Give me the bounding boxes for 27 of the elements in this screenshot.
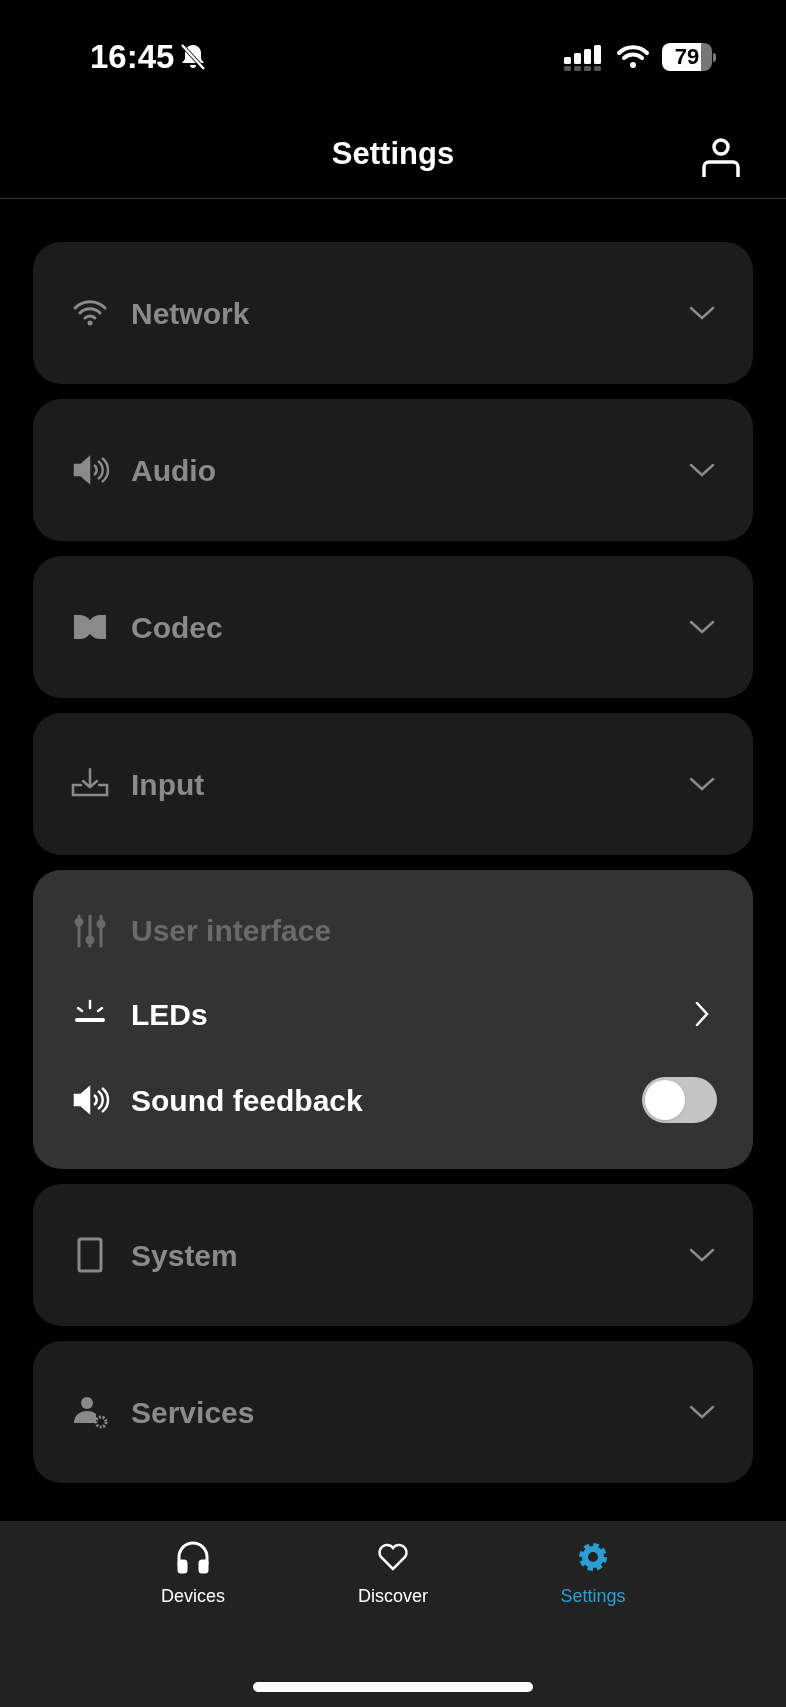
page-title: Settings — [331, 134, 455, 173]
settings-section[interactable]: Services — [33, 1341, 753, 1483]
bell-slash-icon — [180, 43, 207, 71]
settings-section[interactable]: Network — [33, 242, 753, 384]
headphones-icon — [175, 1539, 211, 1575]
wifi-icon — [616, 44, 650, 70]
status-time: 16:45 — [90, 37, 175, 78]
settings-section[interactable]: Audio — [33, 399, 753, 541]
settings-section[interactable]: Input — [33, 713, 753, 855]
section-title: Network — [131, 295, 251, 332]
tab-bar-item[interactable]: Settings — [513, 1539, 673, 1610]
battery-level: 79 — [674, 46, 700, 68]
settings-section[interactable]: System — [33, 1184, 753, 1326]
row-label: LEDs — [131, 996, 209, 1033]
section-title: Audio — [131, 452, 217, 489]
settings-row[interactable]: Sound feedback — [69, 1075, 717, 1125]
signal-icon — [564, 43, 604, 71]
tab-bar-item[interactable]: Devices — [113, 1539, 273, 1610]
row-label: Sound feedback — [131, 1082, 364, 1119]
section-title: Input — [131, 766, 206, 803]
tab-bar-item[interactable]: Discover — [313, 1539, 473, 1610]
section-title: System — [131, 1237, 239, 1274]
settings-section[interactable]: Codec — [33, 556, 753, 698]
section-title: Codec — [131, 609, 224, 646]
section-title: Services — [131, 1394, 256, 1431]
settings-row[interactable]: LEDs — [69, 989, 717, 1039]
toggle-switch[interactable] — [642, 1077, 717, 1123]
